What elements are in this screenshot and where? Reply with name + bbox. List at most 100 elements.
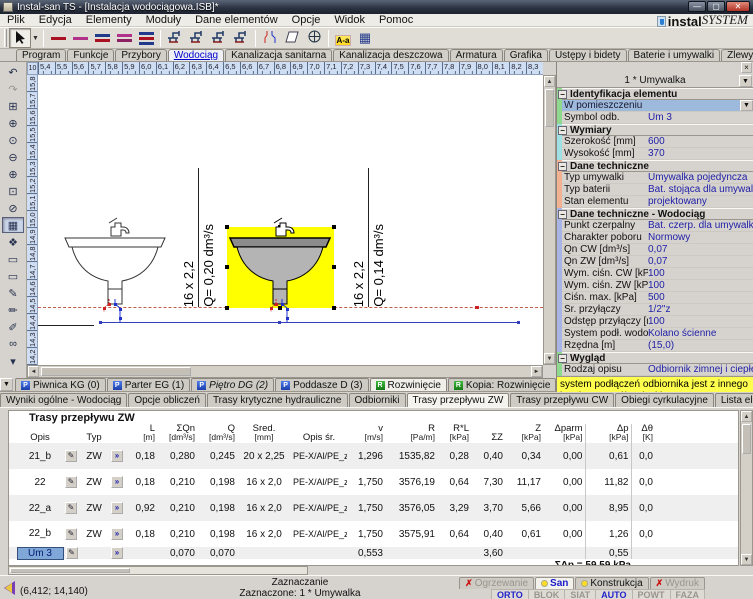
zoom-in-tool-button[interactable]: ⊕ xyxy=(2,166,24,182)
property-row[interactable]: Typ bateriiBat. stojąca dla umywalki xyxy=(562,184,753,196)
edit-route-button[interactable]: ✎ xyxy=(66,547,78,559)
property-row[interactable]: Qn CW [dm³/s]0,07 xyxy=(562,244,753,256)
property-value[interactable]: Um 3 xyxy=(648,112,753,123)
property-row[interactable]: Symbol odb.Um 3 xyxy=(562,112,753,124)
results-tab-trasy-przepływu-zw[interactable]: Trasy przepływu ZW xyxy=(407,393,510,407)
redo-tool-button[interactable]: ↷ xyxy=(2,81,24,97)
pipe-cw-button[interactable] xyxy=(47,28,69,48)
property-value[interactable]: 0,07 xyxy=(648,256,753,267)
pan-hand-tool-button[interactable]: ❖ xyxy=(2,234,24,250)
tap-single-button[interactable] xyxy=(164,28,186,48)
scroll-thumb[interactable] xyxy=(742,424,751,454)
column-header-dp[interactable]: Δp[kPa] xyxy=(585,424,631,443)
zoom-window-tool-button[interactable]: ⊡ xyxy=(2,183,24,199)
paint-connect-tool-button[interactable]: ✐ xyxy=(2,319,24,335)
selection-handle[interactable] xyxy=(332,306,336,310)
scroll-left-icon[interactable]: ◄ xyxy=(28,366,39,377)
column-header-goto[interactable] xyxy=(109,424,125,443)
results-tab-trasy-przepływu-cw[interactable]: Trasy przepływu CW xyxy=(510,393,614,407)
close-button[interactable]: ✕ xyxy=(726,1,750,12)
layer-tab-konstrukcja[interactable]: Konstrukcja xyxy=(575,577,648,589)
blank-sheet-button[interactable] xyxy=(281,28,303,48)
results-tab-wyniki-ogólne-wodociąg[interactable]: Wyniki ogólne - Wodociąg xyxy=(0,393,127,407)
results-tab-opcje-obliczeń[interactable]: Opcje obliczeń xyxy=(128,393,206,407)
property-value[interactable]: 100 xyxy=(648,316,753,327)
table-row[interactable]: 22_b✎ZW»0,180,2100,19816 x 2,0PE-X/Al/PE… xyxy=(9,521,738,547)
tab-baterie-i-umywalki[interactable]: Baterie i umywalki xyxy=(628,49,721,61)
toggle-blok[interactable]: BLOK xyxy=(529,590,566,599)
property-row[interactable]: System podł. wodociąguKolano ścienne xyxy=(562,328,753,340)
property-value[interactable]: projektowany xyxy=(648,196,753,207)
column-header-opis[interactable]: Opis xyxy=(17,424,63,443)
column-header-dparm[interactable]: Δparm[kPa] xyxy=(543,424,585,443)
toggle-auto[interactable]: AUTO xyxy=(596,590,632,599)
menu-moduły[interactable]: Moduły xyxy=(139,14,188,27)
property-row-dropdown[interactable]: W pomieszczeniu▼ xyxy=(562,100,753,112)
property-row[interactable]: Stan elementuprojektowany xyxy=(562,196,753,208)
scroll-thumb[interactable] xyxy=(545,89,554,127)
table-row[interactable]: 22✎ZW»0,180,2100,19816 x 2,0PE-X/Al/PE_z… xyxy=(9,469,738,495)
results-tab-lista-el-zw[interactable]: Lista el. ZW xyxy=(715,393,753,407)
zoom-out-tool-button[interactable]: ⊖ xyxy=(2,149,24,165)
floor-tab-rozwinięcie[interactable]: RRozwinięcie xyxy=(370,378,447,391)
floor-tab-piwnica-kg-0-[interactable]: PPiwnica KG (0) xyxy=(15,378,106,391)
canvas-vertical-scrollbar[interactable]: ▲ ▼ xyxy=(543,75,556,365)
undo-tool-button[interactable]: ↶ xyxy=(2,64,24,80)
floor-tab-kopia-rozwinięcie[interactable]: RKopia: Rozwinięcie xyxy=(448,378,557,391)
floor-tab-poddasze-d-3-[interactable]: PPoddasze D (3) xyxy=(275,378,368,391)
property-value[interactable]: 0,07 xyxy=(648,244,753,255)
select-area-add-tool-button[interactable]: ▭ xyxy=(2,268,24,284)
property-row[interactable]: Wym. ciśn. ZW [kPa]100 xyxy=(562,280,753,292)
goto-route-button[interactable]: » xyxy=(111,547,123,559)
floor-tab-parter-eg-1-[interactable]: PParter EG (1) xyxy=(107,378,190,391)
tab-kanalizacja-sanitarna[interactable]: Kanalizacja sanitarna xyxy=(225,49,332,61)
column-header-sz[interactable]: ΣΖ xyxy=(471,424,505,443)
tab-kanalizacja-deszczowa[interactable]: Kanalizacja deszczowa xyxy=(333,49,448,61)
draw-auto-tool-button[interactable]: ✏ xyxy=(2,302,24,318)
find-tool-button[interactable]: ∞ xyxy=(2,336,24,352)
washbasin-left[interactable] xyxy=(63,212,167,308)
scroll-up-icon[interactable]: ▲ xyxy=(741,411,752,422)
property-row[interactable]: Rzędna [m](15,0) xyxy=(562,340,753,352)
pipe-connection-left[interactable] xyxy=(95,299,131,325)
edit-route-button[interactable]: ✎ xyxy=(65,450,77,462)
property-value[interactable]: 370 xyxy=(648,148,753,159)
menu-dane-elementów[interactable]: Dane elementów xyxy=(188,14,285,27)
property-value[interactable]: Umywalka pojedyncza xyxy=(648,172,753,183)
maximize-button[interactable]: ▢ xyxy=(707,1,725,12)
more-tools-tool-button[interactable]: ▾ xyxy=(2,353,24,369)
layer-tab-san[interactable]: San xyxy=(535,577,574,589)
tap-battery-button[interactable] xyxy=(230,28,252,48)
property-row[interactable]: Wym. ciśn. CW [kPa]100 xyxy=(562,268,753,280)
cursor-tool-dropdown-icon[interactable]: ▼ xyxy=(31,28,40,48)
property-row[interactable]: Rodzaj opisuOdbiornik zimnej i ciepłej w… xyxy=(562,364,753,376)
collapse-icon[interactable]: − xyxy=(558,354,567,363)
scroll-down-icon[interactable]: ▼ xyxy=(741,554,752,565)
chevron-down-icon[interactable]: ▼ xyxy=(740,100,753,111)
tab-zlewy-wanny-i-natryski[interactable]: Zlewy, wanny i natryski xyxy=(721,49,753,61)
edit-route-button[interactable]: ✎ xyxy=(65,476,77,488)
menu-edycja[interactable]: Edycja xyxy=(32,14,79,27)
goto-route-button[interactable]: » xyxy=(111,476,123,488)
pipe-node[interactable] xyxy=(517,321,520,324)
property-value[interactable]: Odbiornik zimnej i ciepłej wody xyxy=(648,364,753,375)
scroll-right-icon[interactable]: ► xyxy=(531,366,542,377)
results-tab-trasy-krytyczne-hydrauliczne[interactable]: Trasy krytyczne hydrauliczne xyxy=(207,393,348,407)
canvas-horizontal-scrollbar[interactable]: ◄ ► xyxy=(27,365,543,378)
toggle-faza[interactable]: FAZA xyxy=(671,590,705,599)
property-row[interactable]: Punkt czerpalnyBat. czerp. dla umywalki xyxy=(562,220,753,232)
zoom-prev-tool-button[interactable]: ⊘ xyxy=(2,200,24,216)
cold-water-pipe-line[interactable] xyxy=(100,322,520,323)
property-row[interactable]: Qn ZW [dm³/s]0,07 xyxy=(562,256,753,268)
section-header-dane-techniczne-wodociąg[interactable]: −Dane techniczne - Wodociąg xyxy=(562,208,753,220)
column-header-v[interactable]: v[m/s] xyxy=(347,424,385,443)
table-row[interactable]: Um 3✎»0,0700,0700,5533,600,55 xyxy=(9,547,738,559)
tap-meter-button[interactable] xyxy=(208,28,230,48)
collapse-icon[interactable]: − xyxy=(558,126,567,135)
property-value[interactable]: 100 xyxy=(648,268,753,279)
scroll-thumb[interactable] xyxy=(41,367,191,376)
pipe-zw-button[interactable] xyxy=(69,28,91,48)
goto-route-button[interactable]: » xyxy=(111,450,123,462)
property-value[interactable]: Kolano ścienne xyxy=(648,328,753,339)
scroll-up-icon[interactable]: ▲ xyxy=(544,76,555,87)
